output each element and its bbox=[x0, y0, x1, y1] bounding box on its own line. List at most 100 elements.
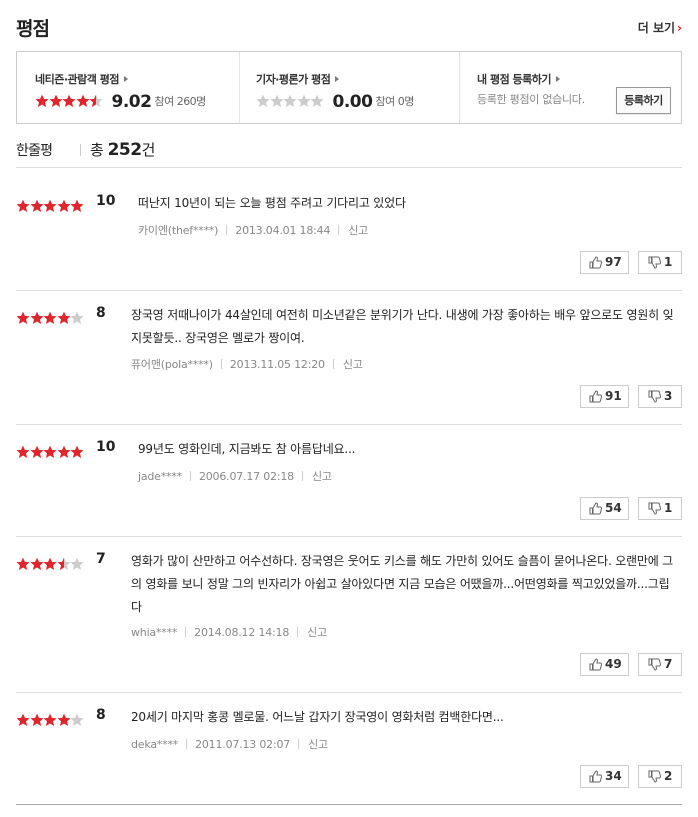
divider bbox=[189, 471, 191, 481]
section-header: 평점 더 보기 › bbox=[16, 14, 682, 40]
critic-rating-title: 기자·평론가 평점 bbox=[256, 73, 331, 86]
netizen-rating-title: 네티즌·관람객 평점 bbox=[35, 73, 119, 86]
review-meta: jade**** 2006.07.17 02:18 신고 bbox=[138, 468, 332, 484]
like-button[interactable]: 91 bbox=[580, 385, 629, 408]
review-text: 떠난지 10년이 되는 오늘 평점 주려고 기다리고 있었다 bbox=[138, 196, 406, 210]
like-button[interactable]: 54 bbox=[580, 497, 629, 520]
star-icon bbox=[57, 557, 70, 570]
rating-summary: 네티즌·관람객 평점 9.02 참여 260명 기자·평론가 평점 0.00 참여 … bbox=[16, 51, 682, 124]
star-icon bbox=[43, 199, 57, 212]
my-rating-panel: 내 평점 등록하기 등록한 평점이 없습니다. 등록하기 bbox=[459, 52, 681, 123]
divider bbox=[332, 359, 334, 369]
like-count: 91 bbox=[605, 389, 622, 403]
netizen-score: 9.02 bbox=[111, 92, 152, 112]
critic-score: 0.00 bbox=[332, 92, 373, 112]
divider bbox=[298, 739, 300, 749]
report-link[interactable]: 신고 bbox=[312, 470, 332, 483]
report-link[interactable]: 신고 bbox=[348, 224, 368, 237]
star-icon bbox=[35, 94, 49, 107]
review-score: 10 bbox=[96, 439, 116, 455]
dislike-button[interactable]: 7 bbox=[638, 653, 682, 676]
review-item: 7 영화가 많이 산만하고 어수선하다. 장국영은 웃어도 키스를 해도 가만히… bbox=[16, 551, 682, 693]
review-user[interactable]: jade**** bbox=[138, 470, 182, 483]
dislike-button[interactable]: 3 bbox=[638, 385, 682, 408]
total-prefix: 총 bbox=[90, 141, 104, 159]
review-text: 99년도 영화인데, 지금봐도 참 아름답네요... bbox=[138, 442, 356, 456]
review-score: 8 bbox=[96, 707, 106, 723]
star-icon bbox=[43, 445, 57, 458]
register-rating-button[interactable]: 등록하기 bbox=[616, 87, 671, 114]
dislike-count: 1 bbox=[664, 501, 673, 515]
dislike-count: 1 bbox=[664, 255, 673, 269]
review-user[interactable]: 카이엔(thef****) bbox=[138, 224, 218, 237]
divider bbox=[80, 144, 81, 156]
review-text: 장국영 저때나이가 44살인데 여전히 미소년같은 분위기가 난다. 내생에 가… bbox=[131, 308, 674, 345]
report-link[interactable]: 신고 bbox=[343, 358, 363, 371]
review-user[interactable]: deka**** bbox=[131, 738, 178, 751]
star-icon bbox=[70, 713, 84, 726]
report-link[interactable]: 신고 bbox=[307, 626, 327, 639]
star-icon bbox=[43, 311, 57, 324]
review-meta: deka**** 2011.07.13 02:07 신고 bbox=[131, 736, 328, 752]
review-user[interactable]: 퓨어맨(pola****) bbox=[131, 358, 213, 371]
dislike-button[interactable]: 1 bbox=[638, 251, 682, 274]
star-icon bbox=[16, 311, 30, 324]
review-item: 8 장국영 저때나이가 44살인데 여전히 미소년같은 분위기가 난다. 내생에… bbox=[16, 305, 682, 425]
star-icon bbox=[62, 94, 76, 107]
review-star-rating bbox=[16, 445, 84, 459]
dislike-count: 3 bbox=[664, 389, 673, 403]
star-icon bbox=[30, 311, 43, 324]
star-icon bbox=[16, 445, 30, 458]
review-meta: 카이엔(thef****) 2013.04.01 18:44 신고 bbox=[138, 222, 368, 238]
total-suffix: 건 bbox=[141, 141, 156, 159]
review-item: 10 떠난지 10년이 되는 오늘 평점 주려고 기다리고 있었다 카이엔(th… bbox=[16, 193, 682, 291]
like-count: 49 bbox=[605, 657, 622, 671]
chevron-right-icon: › bbox=[677, 21, 682, 35]
my-rating-title: 내 평점 등록하기 bbox=[477, 73, 552, 86]
star-icon bbox=[283, 94, 297, 107]
thumbs-up-icon bbox=[589, 658, 602, 671]
divider bbox=[186, 739, 188, 749]
dislike-button[interactable]: 2 bbox=[638, 765, 682, 788]
review-date: 2011.07.13 02:07 bbox=[195, 738, 291, 751]
star-icon bbox=[256, 94, 270, 107]
like-button[interactable]: 97 bbox=[580, 251, 629, 274]
like-button[interactable]: 34 bbox=[580, 765, 629, 788]
more-label: 더 보기 bbox=[637, 21, 676, 35]
no-rating-message: 등록한 평점이 없습니다. bbox=[477, 93, 585, 106]
review-text: 20세기 마지막 홍콩 멜로물. 어느날 갑자기 장국영이 영화처럼 컴백한다면… bbox=[131, 710, 504, 724]
review-user[interactable]: whia**** bbox=[131, 626, 177, 639]
star-icon bbox=[16, 199, 30, 212]
star-icon bbox=[16, 713, 30, 726]
like-button[interactable]: 49 bbox=[580, 653, 629, 676]
review-item: 8 20세기 마지막 홍콩 멜로물. 어느날 갑자기 장국영이 영화처럼 컴백한… bbox=[16, 707, 682, 805]
review-score: 8 bbox=[96, 305, 106, 321]
more-link[interactable]: 더 보기 › bbox=[638, 19, 682, 36]
vote-buttons: 34 2 bbox=[580, 765, 682, 788]
report-link[interactable]: 신고 bbox=[308, 738, 328, 751]
critic-rating-title-link[interactable]: 기자·평론가 평점 bbox=[256, 71, 340, 87]
thumbs-up-icon bbox=[589, 390, 602, 403]
review-star-rating bbox=[16, 199, 84, 213]
review-item: 10 99년도 영화인데, 지금봐도 참 아름답네요... jade**** 20… bbox=[16, 439, 682, 537]
my-rating-title-link[interactable]: 내 평점 등록하기 bbox=[477, 71, 560, 87]
review-star-rating bbox=[16, 311, 84, 325]
netizen-participants: 참여 260명 bbox=[154, 95, 206, 108]
star-icon bbox=[297, 94, 310, 107]
star-icon bbox=[30, 199, 43, 212]
dislike-button[interactable]: 1 bbox=[638, 497, 682, 520]
star-icon bbox=[70, 445, 84, 458]
thumbs-down-icon bbox=[648, 770, 661, 783]
divider bbox=[297, 627, 299, 637]
star-icon bbox=[310, 94, 324, 107]
review-total: 총 252건 bbox=[90, 139, 155, 160]
star-icon bbox=[89, 94, 103, 107]
star-icon bbox=[30, 557, 43, 570]
review-text: 영화가 많이 산만하고 어수선하다. 장국영은 웃어도 키스를 해도 가만히 있… bbox=[131, 554, 674, 614]
vote-buttons: 49 7 bbox=[580, 653, 682, 676]
vote-buttons: 97 1 bbox=[580, 251, 682, 274]
review-count-bar: 한줄평 총 252건 bbox=[16, 140, 682, 168]
arrow-right-icon bbox=[335, 76, 340, 82]
netizen-rating-title-link[interactable]: 네티즌·관람객 평점 bbox=[35, 71, 128, 87]
review-date: 2013.11.05 12:20 bbox=[229, 358, 325, 371]
